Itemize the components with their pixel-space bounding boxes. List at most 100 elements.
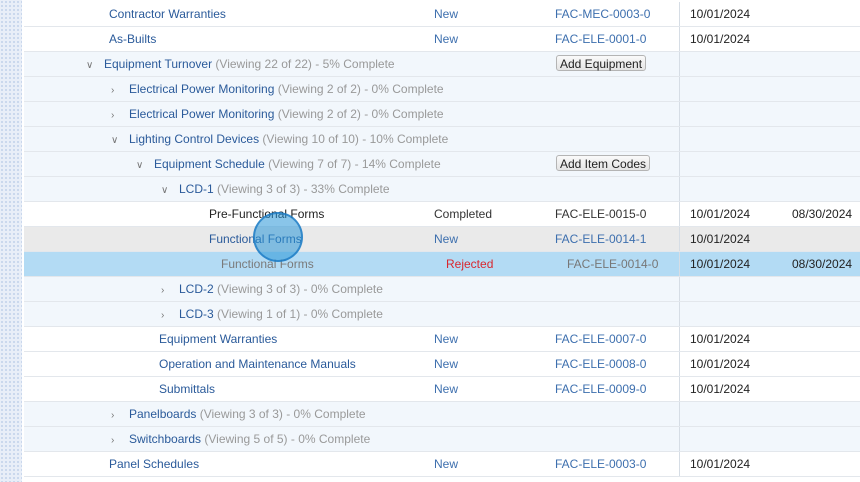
group-name[interactable]: LCD-1 (179, 182, 214, 196)
chevron-right-icon[interactable]: › (111, 429, 121, 453)
form-code-link[interactable]: FAC-ELE-0009-0 (555, 377, 646, 401)
group-row[interactable]: › Switchboards (Viewing 5 of 5) - 0% Comp… (24, 427, 860, 452)
group-name[interactable]: Lighting Control Devices (129, 132, 259, 146)
item-name-link[interactable]: As-Builts (109, 32, 156, 46)
group-name[interactable]: Switchboards (129, 432, 201, 446)
group-name[interactable]: Electrical Power Monitoring (129, 82, 274, 96)
item-name-link[interactable]: Functional Forms (209, 232, 302, 246)
due-date-cell: 08/30/2024 (792, 207, 853, 221)
item-name-link[interactable]: Operation and Maintenance Manuals (159, 357, 356, 371)
item-name-link[interactable]: Equipment Warranties (159, 332, 277, 346)
group-name[interactable]: Equipment Turnover (104, 57, 212, 71)
table-row[interactable]: Equipment Warranties New FAC-ELE-0007-0 … (24, 327, 860, 352)
status-text: Completed (434, 207, 493, 221)
add-item-codes-button[interactable]: Add Item Codes (556, 155, 651, 171)
column-divider (679, 302, 680, 326)
group-progress: (Viewing 10 of 10) - 10% Complete (262, 132, 449, 146)
group-progress: (Viewing 3 of 3) - 33% Complete (217, 182, 390, 196)
status-link[interactable]: New (434, 327, 458, 351)
group-row[interactable]: ∨ LCD-1 (Viewing 3 of 3) - 33% Complete (24, 177, 860, 202)
column-divider (679, 102, 680, 126)
column-divider (679, 252, 680, 276)
status-link[interactable]: New (434, 2, 458, 26)
date-cell: 10/01/2024 (690, 232, 751, 246)
item-name-link[interactable]: Contractor Warranties (109, 7, 226, 21)
group-name[interactable]: Panelboards (129, 407, 196, 421)
column-divider (679, 352, 680, 376)
status-link[interactable]: New (434, 227, 458, 251)
item-name-link[interactable]: Panel Schedules (109, 457, 199, 471)
column-divider (679, 227, 680, 251)
date-cell: 10/01/2024 (690, 382, 751, 396)
group-row[interactable]: › LCD-3 (Viewing 1 of 1) - 0% Complete (24, 302, 860, 327)
form-code-link[interactable]: FAC-ELE-0007-0 (555, 327, 646, 351)
chevron-down-icon[interactable]: ∨ (111, 129, 121, 153)
group-progress: (Viewing 5 of 5) - 0% Complete (204, 432, 371, 446)
table-row[interactable]: Submittals New FAC-ELE-0009-0 10/01/2024 (24, 377, 860, 402)
table-row[interactable]: Contractor Warranties New FAC-MEC-0003-0… (24, 2, 860, 27)
table-row[interactable]: Operation and Maintenance Manuals New FA… (24, 352, 860, 377)
column-divider (679, 327, 680, 351)
chevron-right-icon[interactable]: › (111, 104, 121, 128)
chevron-down-icon[interactable]: ∨ (136, 154, 146, 178)
due-date-cell: 08/30/2024 (792, 257, 853, 271)
column-divider (679, 202, 680, 226)
table-row[interactable]: Pre-Functional Forms Completed FAC-ELE-0… (24, 202, 860, 227)
date-cell: 10/01/2024 (690, 332, 751, 346)
form-code-link[interactable]: FAC-ELE-0001-0 (555, 27, 646, 51)
column-divider (679, 2, 680, 26)
group-row[interactable]: ∨ Equipment Turnover (Viewing 22 of 22) -… (24, 52, 860, 77)
date-cell: 10/01/2024 (690, 457, 751, 471)
status-link[interactable]: New (434, 452, 458, 476)
column-divider (679, 427, 680, 451)
column-divider (679, 177, 680, 201)
chevron-right-icon[interactable]: › (161, 279, 171, 303)
form-code[interactable]: FAC-ELE-0014-0 (567, 252, 658, 276)
table-row[interactable]: Functional Forms New FAC-ELE-0014-1 10/0… (24, 227, 860, 252)
group-row[interactable]: › LCD-2 (Viewing 3 of 3) - 0% Complete (24, 277, 860, 302)
group-name[interactable]: LCD-3 (179, 307, 214, 321)
date-cell: 10/01/2024 (690, 257, 751, 271)
date-cell: 10/01/2024 (690, 207, 751, 221)
group-row[interactable]: › Electrical Power Monitoring (Viewing 2 … (24, 77, 860, 102)
group-progress: (Viewing 7 of 7) - 14% Complete (268, 157, 441, 171)
table-row-selected[interactable]: Functional Forms Rejected FAC-ELE-0014-0… (24, 252, 860, 277)
status-link[interactable]: New (434, 27, 458, 51)
status-rejected: Rejected (446, 257, 494, 271)
table-row[interactable]: As-Builts New FAC-ELE-0001-0 10/01/2024 (24, 27, 860, 52)
form-code-link[interactable]: FAC-MEC-0003-0 (555, 2, 650, 26)
item-name[interactable]: Functional Forms (221, 257, 314, 271)
form-code[interactable]: FAC-ELE-0015-0 (555, 202, 646, 226)
chevron-right-icon[interactable]: › (161, 304, 171, 328)
group-progress: (Viewing 3 of 3) - 0% Complete (217, 282, 383, 296)
group-name[interactable]: Electrical Power Monitoring (129, 107, 274, 121)
group-progress: (Viewing 22 of 22) - 5% Complete (215, 57, 395, 71)
form-code-link[interactable]: FAC-ELE-0003-0 (555, 452, 646, 476)
date-cell: 10/01/2024 (690, 7, 751, 21)
date-cell: 10/01/2024 (690, 357, 751, 371)
form-code-link[interactable]: FAC-ELE-0014-1 (555, 227, 646, 251)
status-link[interactable]: New (434, 377, 458, 401)
form-code-link[interactable]: FAC-ELE-0008-0 (555, 352, 646, 376)
status-link[interactable]: New (434, 352, 458, 376)
group-progress: (Viewing 3 of 3) - 0% Complete (199, 407, 366, 421)
group-row[interactable]: › Electrical Power Monitoring (Viewing 2 … (24, 102, 860, 127)
group-name[interactable]: LCD-2 (179, 282, 214, 296)
column-divider (679, 377, 680, 401)
table-row[interactable]: Panel Schedules New FAC-ELE-0003-0 10/01… (24, 452, 860, 477)
chevron-down-icon[interactable]: ∨ (86, 54, 96, 78)
group-progress: (Viewing 2 of 2) - 0% Complete (277, 107, 444, 121)
chevron-right-icon[interactable]: › (111, 79, 121, 103)
group-row[interactable]: ∨ Lighting Control Devices (Viewing 10 of… (24, 127, 860, 152)
column-divider (679, 77, 680, 101)
add-equipment-button[interactable]: Add Equipment (556, 55, 647, 71)
chevron-right-icon[interactable]: › (111, 404, 121, 428)
group-row[interactable]: › Panelboards (Viewing 3 of 3) - 0% Compl… (24, 402, 860, 427)
group-row[interactable]: ∨ Equipment Schedule (Viewing 7 of 7) - 1… (24, 152, 860, 177)
chevron-down-icon[interactable]: ∨ (161, 179, 171, 203)
item-name[interactable]: Pre-Functional Forms (209, 207, 324, 221)
item-name-link[interactable]: Submittals (159, 382, 215, 396)
column-divider (679, 152, 680, 176)
group-name[interactable]: Equipment Schedule (154, 157, 265, 171)
column-divider (679, 277, 680, 301)
